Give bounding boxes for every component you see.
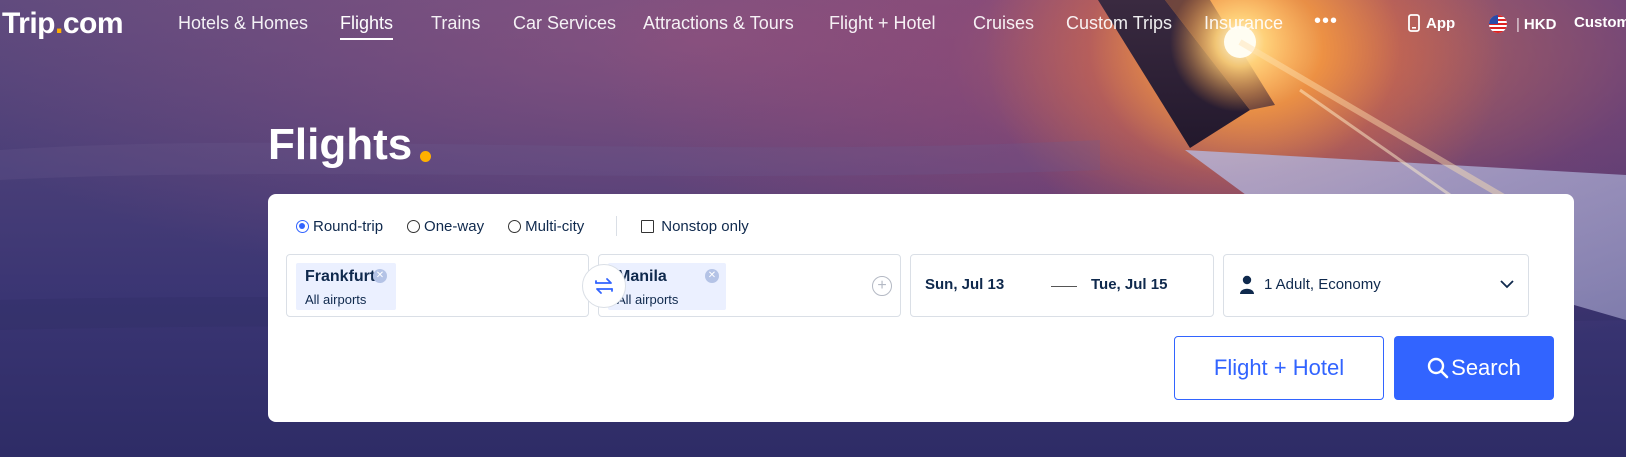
multi-city-label: Multi-city <box>525 217 585 235</box>
nav-flight-hotel[interactable]: Flight + Hotel <box>829 13 936 34</box>
radio-round-trip[interactable] <box>296 219 309 233</box>
radio-one-way[interactable] <box>407 219 421 233</box>
search-icon <box>1427 357 1449 379</box>
return-date[interactable]: Tue, Jul 15 <box>1091 276 1167 293</box>
clear-destination-icon[interactable]: ✕ <box>705 269 719 283</box>
nonstop-checkbox[interactable] <box>641 219 655 233</box>
one-way-label: One-way <box>424 217 485 235</box>
flight-hotel-button[interactable]: Flight + Hotel <box>1174 336 1384 400</box>
swap-cities-button[interactable] <box>582 264 626 308</box>
app-download-link[interactable]: App <box>1408 14 1455 32</box>
app-label: App <box>1426 14 1456 32</box>
nonstop-label: Nonstop only <box>661 217 749 235</box>
passengers-cabin-field[interactable]: 1 Adult, Economy <box>1223 254 1529 317</box>
nav-car-services[interactable]: Car Services <box>513 13 616 34</box>
origin-field[interactable]: Frankfurt All airports ✕ <box>286 254 589 317</box>
passengers-summary: 1 Adult, Economy <box>1264 276 1381 293</box>
radio-multi-city[interactable] <box>508 219 522 233</box>
destination-field[interactable]: Manila All airports ✕ + <box>598 254 901 317</box>
person-icon <box>1240 275 1254 294</box>
separator: | <box>1516 15 1520 33</box>
depart-date[interactable]: Sun, Jul 13 <box>925 276 1004 293</box>
date-field[interactable]: Sun, Jul 13 Tue, Jul 15 <box>910 254 1214 317</box>
search-button[interactable]: Search <box>1394 336 1554 400</box>
trip-type-selector: Round-trip One-way Multi-city Nonstop on… <box>296 216 773 236</box>
nav-custom-trips[interactable]: Custom Trips <box>1066 13 1172 34</box>
nav-trains[interactable]: Trains <box>431 13 480 34</box>
destination-airports-label: All airports <box>617 292 679 307</box>
add-destination-icon[interactable]: + <box>872 276 892 296</box>
flight-search-panel: Round-trip One-way Multi-city Nonstop on… <box>268 194 1574 422</box>
nonstop-only-option[interactable]: Nonstop only <box>641 218 749 235</box>
nav-hotels-homes[interactable]: Hotels & Homes <box>178 13 308 34</box>
trip-type-one-way[interactable]: One-way <box>407 218 484 235</box>
round-trip-label: Round-trip <box>313 217 384 235</box>
customer-support-link[interactable]: Custom <box>1574 14 1626 31</box>
page-title: Flights <box>268 120 413 169</box>
nav-flights[interactable]: Flights <box>340 13 394 40</box>
date-separator <box>1051 286 1077 287</box>
swap-arrows-icon <box>595 278 613 294</box>
divider <box>616 216 618 236</box>
search-label: Search <box>1451 355 1521 380</box>
phone-icon <box>1408 14 1420 32</box>
currency-selector[interactable]: | HKD <box>1488 14 1556 34</box>
origin-airports-label: All airports <box>305 292 367 307</box>
nav-insurance[interactable]: Insurance <box>1204 13 1283 34</box>
top-navigation: Trip.com Hotels & Homes Flights Trains C… <box>0 0 1626 48</box>
trip-type-multi-city[interactable]: Multi-city <box>508 218 584 235</box>
chevron-down-icon[interactable] <box>1500 279 1514 289</box>
title-dot-decoration <box>420 151 431 162</box>
trip-logo[interactable]: Trip.com <box>2 7 124 41</box>
nav-attractions-tours[interactable]: Attractions & Tours <box>643 13 794 34</box>
more-menu-icon[interactable]: ••• <box>1314 10 1338 33</box>
nav-cruises[interactable]: Cruises <box>973 13 1034 34</box>
trip-type-round-trip[interactable]: Round-trip <box>296 218 383 235</box>
origin-city-chip[interactable]: Frankfurt All airports ✕ <box>296 263 396 310</box>
clear-origin-icon[interactable]: ✕ <box>373 269 387 283</box>
currency-label: HKD <box>1523 15 1557 33</box>
destination-city-name: Manila <box>617 268 667 285</box>
us-flag-icon <box>1489 15 1507 33</box>
